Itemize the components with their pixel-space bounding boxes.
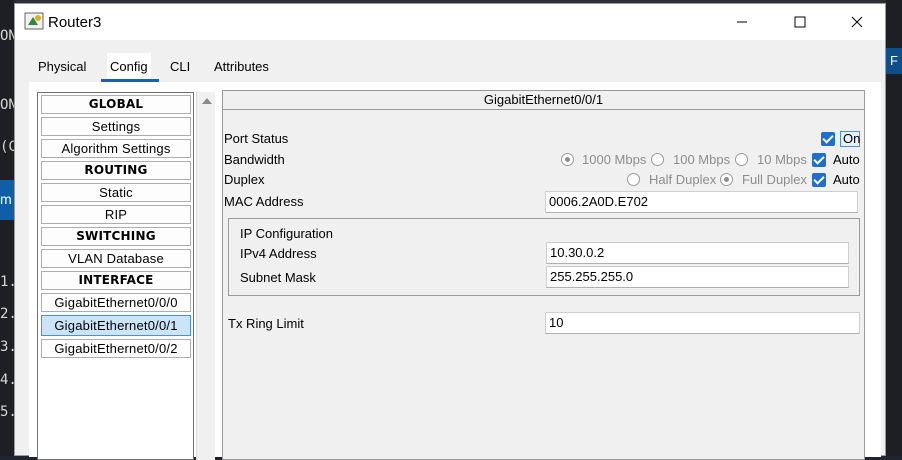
- config-sidebar: GLOBAL Settings Algorithm Settings ROUTI…: [37, 92, 194, 460]
- duplex-label: Duplex: [224, 172, 265, 187]
- router-window: Router3 Physical Config CLI Attributes G…: [14, 3, 886, 460]
- tab-physical[interactable]: Physical: [35, 53, 89, 81]
- bandwidth-100-radio[interactable]: [651, 153, 664, 166]
- close-button[interactable]: [828, 4, 886, 40]
- sidebar-header-global: GLOBAL: [41, 95, 191, 114]
- bandwidth-10-label: 10 Mbps: [757, 152, 807, 167]
- full-duplex-label: Full Duplex: [742, 172, 808, 187]
- ip-configuration-group: IP Configuration IPv4 Address 10.30.0.2 …: [228, 218, 860, 296]
- duplex-auto-label: Auto: [833, 172, 860, 187]
- background-right-strip: F: [886, 0, 902, 456]
- background-editor-strip: ON ON (C 1. 2. 3. 4. 5.: [0, 0, 17, 456]
- bandwidth-label: Bandwidth: [224, 152, 285, 167]
- bandwidth-10-radio[interactable]: [735, 153, 748, 166]
- bandwidth-auto-label: Auto: [833, 152, 860, 167]
- sidebar-header-routing: ROUTING: [41, 161, 191, 180]
- bandwidth-1000-radio[interactable]: [561, 153, 574, 166]
- bandwidth-1000-label: 1000 Mbps: [582, 152, 647, 167]
- minimize-button[interactable]: [713, 4, 771, 40]
- sidebar-item-static[interactable]: Static: [41, 183, 191, 202]
- sidebar-item-rip[interactable]: RIP: [41, 205, 191, 224]
- tx-ring-limit-label: Tx Ring Limit: [228, 316, 304, 331]
- sidebar-item-settings[interactable]: Settings: [41, 117, 191, 136]
- sidebar-item-vlan-database[interactable]: VLAN Database: [41, 249, 191, 268]
- tx-ring-limit-field[interactable]: 10: [545, 312, 860, 334]
- ip-configuration-label: IP Configuration: [240, 226, 333, 241]
- port-status-label: Port Status: [224, 131, 289, 146]
- sidebar-header-interface: INTERFACE: [41, 271, 191, 290]
- sidebar-item-gig0-0-2[interactable]: GigabitEthernet0/0/2: [41, 339, 191, 358]
- half-duplex-label: Half Duplex: [649, 172, 717, 187]
- tab-config[interactable]: Config: [107, 53, 151, 81]
- sidebar-scrollbar[interactable]: [196, 92, 215, 460]
- scroll-up-icon[interactable]: [202, 98, 212, 104]
- port-status-on-label[interactable]: On: [840, 131, 860, 147]
- title-bar[interactable]: Router3: [15, 4, 885, 40]
- sidebar-item-gig0-0-1[interactable]: GigabitEthernet0/0/1: [41, 315, 191, 336]
- maximize-button[interactable]: [771, 4, 829, 40]
- window-title: Router3: [48, 14, 102, 31]
- sidebar-header-switching: SWITCHING: [41, 227, 191, 246]
- bg-text: m: [0, 191, 12, 207]
- bandwidth-100-label: 100 Mbps: [673, 152, 731, 167]
- tab-attributes[interactable]: Attributes: [211, 53, 272, 81]
- sidebar-item-gig0-0-0[interactable]: GigabitEthernet0/0/0: [41, 293, 191, 312]
- tab-cli[interactable]: CLI: [167, 53, 193, 81]
- mac-address-label: MAC Address: [224, 194, 304, 209]
- interface-panel: GigabitEthernet0/0/1 Port Status On Band…: [222, 90, 865, 460]
- background-selected-item: m: [0, 180, 14, 220]
- minimize-icon: [737, 21, 747, 23]
- interface-title: GigabitEthernet0/0/1: [223, 91, 864, 110]
- subnet-mask-label: Subnet Mask: [240, 270, 316, 285]
- ipv4-address-label: IPv4 Address: [240, 246, 317, 261]
- subnet-mask-field[interactable]: 255.255.255.0: [546, 266, 849, 288]
- port-status-checkbox[interactable]: [821, 132, 835, 146]
- half-duplex-radio[interactable]: [627, 173, 640, 186]
- full-duplex-radio[interactable]: [720, 173, 733, 186]
- bandwidth-auto-checkbox[interactable]: [812, 153, 826, 167]
- ipv4-address-field[interactable]: 10.30.0.2: [546, 242, 849, 264]
- duplex-auto-checkbox[interactable]: [812, 173, 826, 187]
- sidebar-item-algorithm-settings[interactable]: Algorithm Settings: [41, 139, 191, 158]
- maximize-icon: [794, 16, 806, 28]
- router-app-icon: [24, 12, 44, 30]
- bg-tab: F: [886, 48, 902, 74]
- close-icon: [851, 16, 863, 28]
- mac-address-field[interactable]: 0006.2A0D.E702: [545, 191, 858, 213]
